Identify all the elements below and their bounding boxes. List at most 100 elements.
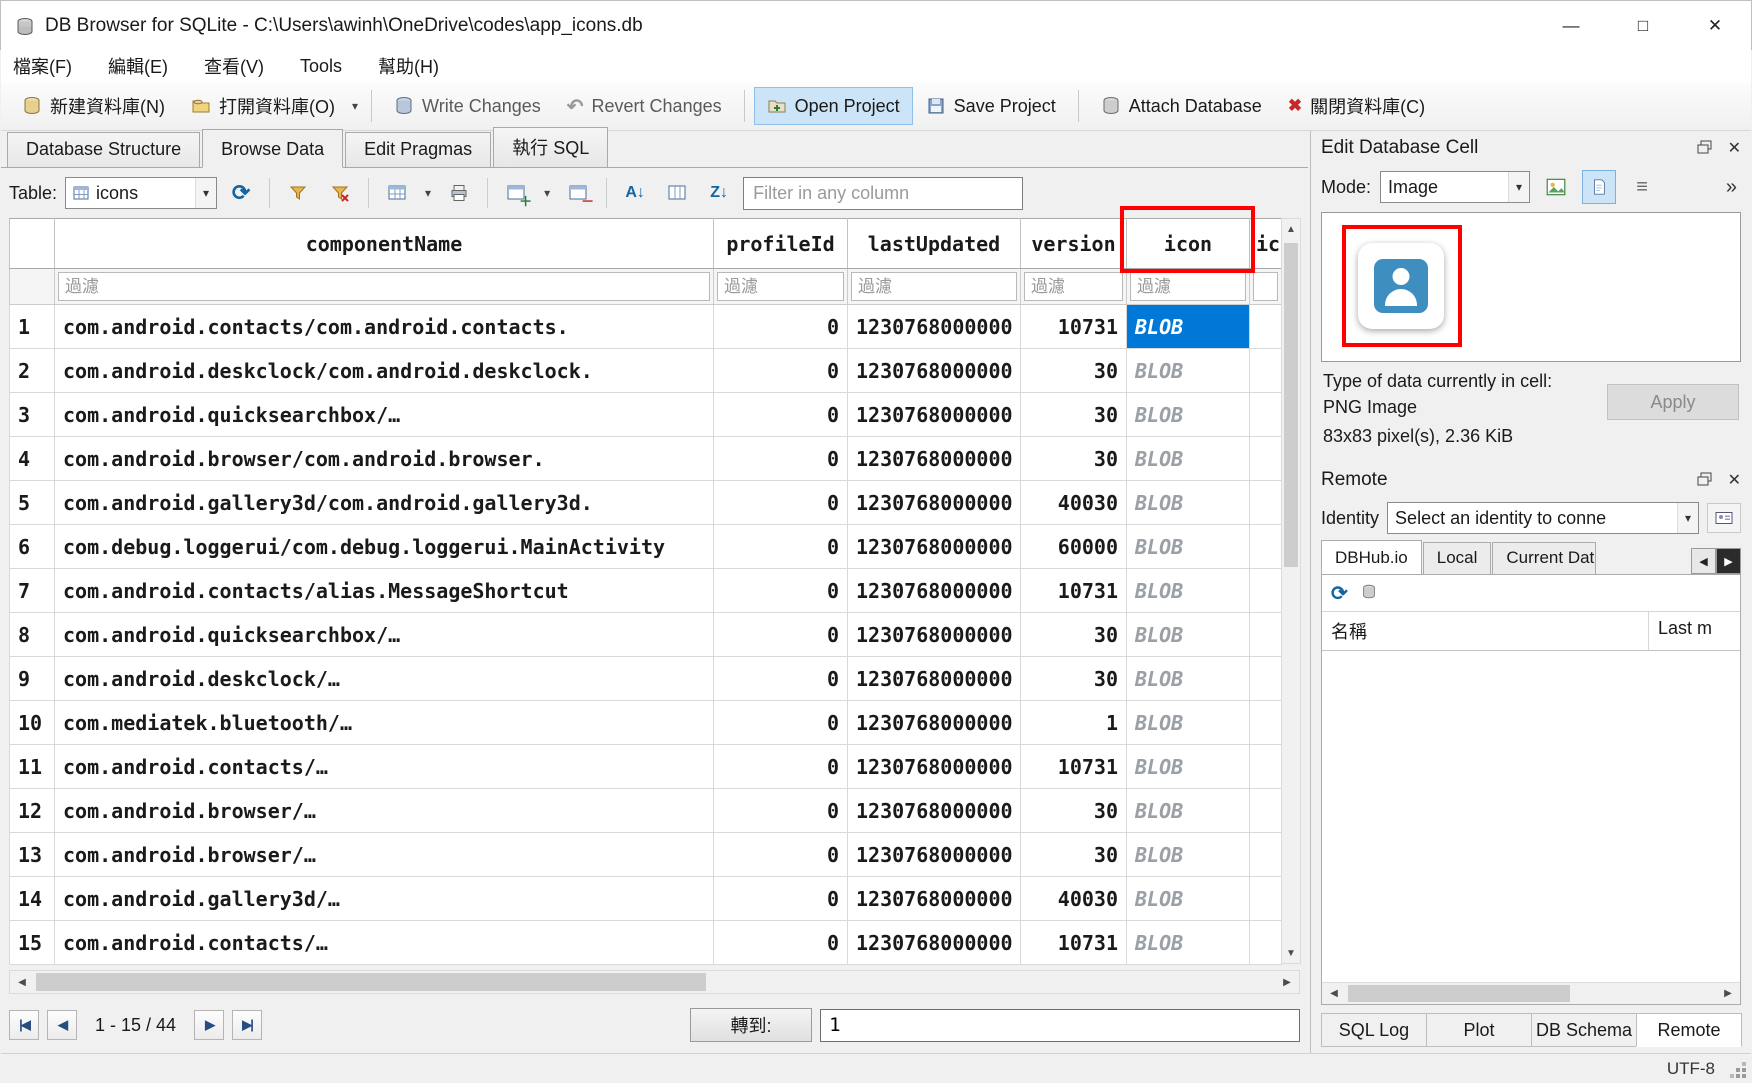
open-database-button[interactable]: 打開資料庫(O) xyxy=(178,87,348,125)
last-record-button[interactable]: ▶| xyxy=(232,1010,262,1040)
cell-version[interactable]: 10731 xyxy=(1021,305,1127,349)
open-database-dropdown[interactable]: ▾ xyxy=(348,87,362,125)
close-database-button[interactable]: ✖ 關閉資料庫(C) xyxy=(1275,87,1438,125)
cell-lastUpdated[interactable]: 1230768000000 xyxy=(848,525,1021,569)
cell-icon[interactable]: BLOB xyxy=(1127,701,1250,745)
vertical-scroll-thumb[interactable] xyxy=(1284,243,1298,567)
cell-profileId[interactable]: 0 xyxy=(714,525,848,569)
cell-profileId[interactable]: 0 xyxy=(714,613,848,657)
cell-lastUpdated[interactable]: 1230768000000 xyxy=(848,789,1021,833)
filter-input-lastUpdated[interactable] xyxy=(851,272,1017,301)
goto-button[interactable]: 轉到: xyxy=(690,1008,812,1042)
refresh-button[interactable]: ⟳ xyxy=(223,175,259,211)
tab-edit-pragmas[interactable]: Edit Pragmas xyxy=(345,132,491,167)
cell-version[interactable]: 30 xyxy=(1021,393,1127,437)
cell-componentName[interactable]: com.mediatek.bluetooth/… xyxy=(55,701,714,745)
column-header-profileId[interactable]: profileId xyxy=(714,219,848,269)
cell-componentName[interactable]: com.android.quicksearchbox/… xyxy=(55,393,714,437)
cell-icon[interactable]: BLOB xyxy=(1127,437,1250,481)
remote-scroll-thumb[interactable] xyxy=(1348,985,1570,1002)
vertical-scroll-track[interactable] xyxy=(1282,239,1300,943)
goto-record-input[interactable] xyxy=(820,1009,1300,1042)
import-data-button[interactable] xyxy=(1539,170,1573,204)
cell-icon[interactable]: BLOB xyxy=(1127,393,1250,437)
cell-version[interactable]: 30 xyxy=(1021,833,1127,877)
cell-profileId[interactable]: 0 xyxy=(714,305,848,349)
column-header-icon[interactable]: icon xyxy=(1127,219,1250,269)
tab-plot[interactable]: Plot xyxy=(1426,1013,1532,1047)
cell-icon[interactable]: BLOB xyxy=(1127,349,1250,393)
cell-lastUpdated[interactable]: 1230768000000 xyxy=(848,877,1021,921)
mode-select[interactable]: Image ▾ xyxy=(1380,171,1530,203)
delete-record-button[interactable]: － xyxy=(560,175,596,211)
tab-execute-sql[interactable]: 執行 SQL xyxy=(493,127,608,167)
cell-lastUpdated[interactable]: 1230768000000 xyxy=(848,657,1021,701)
write-changes-button[interactable]: Write Changes xyxy=(381,87,554,125)
cell-version[interactable]: 10731 xyxy=(1021,921,1127,965)
menu-view[interactable]: 查看(V) xyxy=(204,53,264,79)
cell-partial[interactable] xyxy=(1250,745,1282,789)
cell-version[interactable]: 40030 xyxy=(1021,481,1127,525)
cell-icon[interactable]: BLOB xyxy=(1127,833,1250,877)
cell-componentName[interactable]: com.android.contacts/… xyxy=(55,745,714,789)
table-select[interactable]: icons ▾ xyxy=(65,177,217,209)
cell-version[interactable]: 30 xyxy=(1021,437,1127,481)
column-header-version[interactable]: version xyxy=(1021,219,1127,269)
cell-profileId[interactable]: 0 xyxy=(714,745,848,789)
tab-browse-data[interactable]: Browse Data xyxy=(202,129,343,168)
clone-database-icon[interactable] xyxy=(1360,583,1380,603)
cell-version[interactable]: 40030 xyxy=(1021,877,1127,921)
column-header-componentName[interactable]: componentName xyxy=(55,219,714,269)
cell-profileId[interactable]: 0 xyxy=(714,569,848,613)
cell-lastUpdated[interactable]: 1230768000000 xyxy=(848,393,1021,437)
menu-file[interactable]: 檔案(F) xyxy=(13,53,72,79)
cell-profileId[interactable]: 0 xyxy=(714,657,848,701)
tab-remote[interactable]: Remote xyxy=(1636,1013,1742,1047)
cell-componentName[interactable]: com.android.contacts/alias.MessageShortc… xyxy=(55,569,714,613)
tabs-scroll-left-icon[interactable]: ◀ xyxy=(1691,548,1716,574)
cell-partial[interactable] xyxy=(1250,921,1282,965)
cell-profileId[interactable]: 0 xyxy=(714,349,848,393)
cell-lastUpdated[interactable]: 1230768000000 xyxy=(848,745,1021,789)
remote-scroll-track[interactable] xyxy=(1346,983,1716,1004)
scroll-left-icon[interactable]: ◀ xyxy=(1322,983,1346,1004)
insert-record-dropdown[interactable]: ▾ xyxy=(540,186,554,200)
float-panel-icon[interactable] xyxy=(1697,140,1712,155)
sort-ascending-button[interactable]: A↓ xyxy=(617,175,653,211)
scroll-right-icon[interactable]: ▶ xyxy=(1275,971,1299,993)
tab-sql-log[interactable]: SQL Log xyxy=(1321,1013,1427,1047)
filter-input-profileId[interactable] xyxy=(717,272,844,301)
identity-select[interactable]: Select an identity to conne ▾ xyxy=(1387,502,1699,534)
cell-icon[interactable]: BLOB xyxy=(1127,613,1250,657)
cell-icon[interactable]: BLOB xyxy=(1127,657,1250,701)
cell-componentName[interactable]: com.android.gallery3d/com.android.galler… xyxy=(55,481,714,525)
resize-grip[interactable] xyxy=(1742,1074,1746,1078)
minimize-button[interactable]: — xyxy=(1535,1,1607,50)
cell-componentName[interactable]: com.android.browser/com.android.browser. xyxy=(55,437,714,481)
revert-changes-button[interactable]: ↶ Revert Changes xyxy=(554,87,735,125)
column-header-partial[interactable]: ic xyxy=(1250,219,1282,269)
tab-database-structure[interactable]: Database Structure xyxy=(7,132,200,167)
close-button[interactable]: ✕ xyxy=(1679,1,1751,50)
cell-profileId[interactable]: 0 xyxy=(714,481,848,525)
vertical-scrollbar[interactable]: ▲ ▼ xyxy=(1281,218,1301,964)
scroll-right-icon[interactable]: ▶ xyxy=(1716,983,1740,1004)
cell-lastUpdated[interactable]: 1230768000000 xyxy=(848,481,1021,525)
cell-version[interactable]: 30 xyxy=(1021,789,1127,833)
filter-input-icon[interactable] xyxy=(1130,272,1246,301)
remote-column-name[interactable]: 名稱 xyxy=(1322,612,1648,650)
cell-componentName[interactable]: com.android.browser/… xyxy=(55,789,714,833)
cell-profileId[interactable]: 0 xyxy=(714,393,848,437)
cell-profileId[interactable]: 0 xyxy=(714,701,848,745)
scroll-down-icon[interactable]: ▼ xyxy=(1282,943,1300,963)
sort-descending-button[interactable]: Z↓ xyxy=(701,175,737,211)
cell-version[interactable]: 1 xyxy=(1021,701,1127,745)
tab-current-database[interactable]: Current Dat xyxy=(1492,542,1596,574)
edit-columns-button[interactable] xyxy=(659,175,695,211)
cell-partial[interactable] xyxy=(1250,613,1282,657)
cell-lastUpdated[interactable]: 1230768000000 xyxy=(848,569,1021,613)
insert-record-button[interactable]: ＋ xyxy=(498,175,534,211)
cell-profileId[interactable]: 0 xyxy=(714,789,848,833)
cell-icon[interactable]: BLOB xyxy=(1127,921,1250,965)
cell-componentName[interactable]: com.debug.loggerui/com.debug.loggerui.Ma… xyxy=(55,525,714,569)
